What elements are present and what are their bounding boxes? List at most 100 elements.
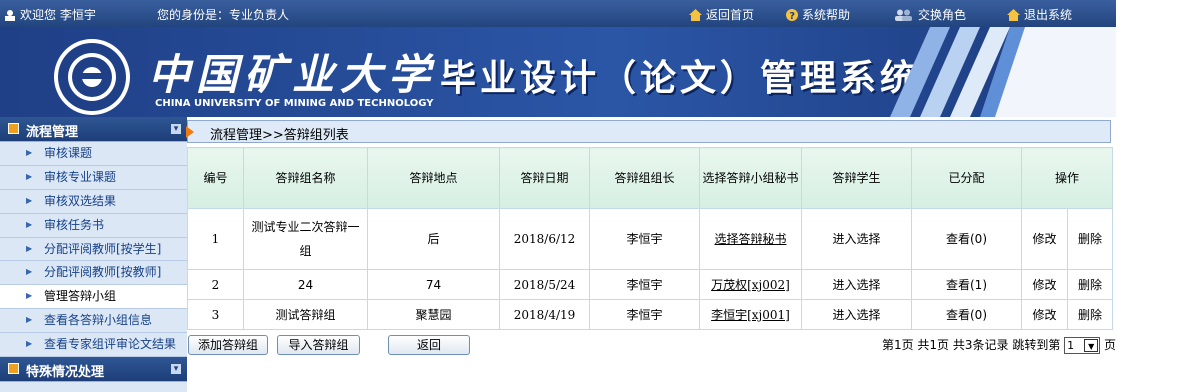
switch-role-link[interactable]: 交换角色	[894, 6, 966, 24]
import-group-button[interactable]: 导入答辩组	[277, 335, 360, 355]
sidebar-item-review-topics[interactable]: ▶ 审核课题	[0, 142, 187, 166]
cell-leader: 李恒宇	[589, 269, 700, 300]
delete-button[interactable]: 删除	[1066, 208, 1114, 270]
sidebar-item-label: 查看各答辩小组信息	[44, 313, 153, 328]
sidebar-item-manage-groups[interactable]: ▶ 管理答辩小组	[0, 285, 187, 310]
cell-no: 2	[187, 269, 244, 300]
table-row: 1 测试专业二次答辩一组 后 2018/6/12 李恒宇 选择答辩秘书 进入选择…	[187, 208, 1114, 270]
sidebar-item-review-selection[interactable]: ▶ 审核双选结果	[0, 190, 187, 214]
home-link-label: 返回首页	[706, 8, 755, 22]
header-banner: 中国矿业大学 CHINA UNIVERSITY OF MINING AND TE…	[0, 27, 1116, 117]
sidebar-item-label: 审核专业课题	[44, 169, 117, 184]
welcome-label: 欢迎您 李恒宇	[20, 8, 96, 22]
cell-no: 1	[187, 208, 244, 270]
cell-secretary: 万茂权[xj002]	[699, 269, 802, 300]
sidebar-item-label: 查看专家组评审论文结果	[44, 337, 177, 352]
select-secretary-link[interactable]: 选择答辩秘书	[714, 232, 786, 246]
delete-button[interactable]: 删除	[1066, 269, 1114, 300]
cell-date: 2018/6/12	[499, 208, 590, 270]
home-icon	[689, 9, 702, 24]
sidebar-item-assign-by-teacher[interactable]: ▶ 分配评阅教师[按教师]	[0, 261, 187, 286]
pagination-suffix: 页	[1103, 338, 1116, 352]
app-window: 欢迎您 李恒宇 您的身份是：专业负责人 返回首页 ? 系统帮助 交换角色 退出系…	[0, 0, 1116, 392]
collapse-icon[interactable]: ▾	[171, 124, 181, 134]
edit-button[interactable]: 修改	[1021, 269, 1068, 300]
select-students-button[interactable]: 进入选择	[801, 299, 912, 330]
cell-leader: 李恒宇	[589, 299, 700, 330]
sidebar-item-expert-results[interactable]: ▶ 查看专家组评审论文结果	[0, 333, 187, 358]
select-students-button[interactable]: 进入选择	[801, 208, 912, 270]
section-square-icon	[8, 363, 19, 375]
switch-role-label: 交换角色	[918, 8, 967, 22]
column-header: 答辩组名称	[243, 147, 368, 209]
arrow-right-icon: ▶	[26, 195, 33, 205]
sidebar-item-review-task[interactable]: ▶ 审核任务书	[0, 214, 187, 238]
table-row: 3 测试答辩组 聚慧园 2018/4/19 李恒宇 李恒宇[xj001] 进入选…	[187, 299, 1114, 330]
users-icon	[894, 9, 914, 24]
section-square-icon	[8, 123, 19, 134]
column-header: 操作	[1020, 147, 1114, 209]
cell-place: 74	[367, 269, 500, 300]
view-assigned-button[interactable]: 查看(1)	[911, 269, 1022, 300]
svg-text:?: ?	[789, 11, 795, 21]
sidebar-item-assign-by-student[interactable]: ▶ 分配评阅教师[按学生]	[0, 238, 187, 262]
arrow-right-icon: ▶	[26, 219, 33, 229]
edit-button[interactable]: 修改	[1021, 299, 1068, 330]
top-bar: 欢迎您 李恒宇 您的身份是：专业负责人 返回首页 ? 系统帮助 交换角色 退出系…	[0, 0, 1116, 27]
defense-group-table: 编号 答辩组名称 答辩地点 答辩日期 答辩组组长 选择答辩小组秘书 答辩学生 已…	[187, 147, 1114, 330]
collapse-icon[interactable]: ▾	[171, 364, 181, 375]
page-select[interactable]: 1 ▼	[1064, 337, 1101, 354]
cell-place: 聚慧园	[367, 299, 500, 330]
cell-secretary: 选择答辩秘书	[699, 208, 802, 270]
arrow-marker-icon	[186, 126, 194, 138]
sidebar-item-label: 管理答辩小组	[44, 289, 117, 304]
secretary-link[interactable]: 万茂权[xj002]	[711, 278, 790, 292]
edit-button[interactable]: 修改	[1021, 208, 1068, 270]
sidebar-item-label: 审核任务书	[44, 217, 105, 232]
column-header: 已分配	[911, 147, 1022, 209]
arrow-right-icon: ▶	[26, 243, 33, 253]
column-header: 编号	[187, 147, 244, 209]
cell-leader: 李恒宇	[589, 208, 700, 270]
sidebar-section-label: 特殊情况处理	[26, 365, 105, 381]
column-header: 答辩组组长	[589, 147, 700, 209]
sidebar-section-process[interactable]: 流程管理 ▾	[0, 117, 187, 142]
logout-link[interactable]: 退出系统	[1007, 6, 1072, 24]
breadcrumb-label: 流程管理>>答辩组列表	[210, 128, 349, 143]
delete-button[interactable]: 删除	[1066, 299, 1114, 330]
page-select-value: 1	[1067, 339, 1075, 352]
cell-name: 测试专业二次答辩一组	[243, 208, 368, 270]
arrow-right-icon: ▶	[26, 315, 33, 325]
column-header: 选择答辩小组秘书	[699, 147, 802, 209]
help-link-label: 系统帮助	[802, 8, 851, 22]
home-link[interactable]: 返回首页	[689, 6, 754, 24]
sidebar-item-review-major-topics[interactable]: ▶ 审核专业课题	[0, 166, 187, 190]
add-group-button[interactable]: 添加答辩组	[188, 335, 268, 355]
sidebar-section-special[interactable]: 特殊情况处理 ▾	[0, 357, 187, 383]
university-name-en: CHINA UNIVERSITY OF MINING AND TECHNOLOG…	[155, 98, 434, 109]
column-header: 答辩日期	[499, 147, 590, 209]
select-students-button[interactable]: 进入选择	[801, 269, 912, 300]
arrow-right-icon: ▶	[26, 148, 33, 157]
sidebar-item-label: 审核双选结果	[44, 193, 117, 208]
view-assigned-button[interactable]: 查看(0)	[911, 299, 1022, 330]
cell-date: 2018/4/19	[499, 299, 590, 330]
cell-name: 测试答辩组	[243, 299, 368, 330]
sidebar: 流程管理 ▾ ▶ 审核课题 ▶ 审核专业课题 ▶ 审核双选结果 ▶ 审核任务书 ▶ 分配评…	[0, 117, 187, 392]
main-content: 流程管理>>答辩组列表 编号 答辩组名称 答辩地点 答辩日期 答辩组组长 选择答…	[186, 117, 1116, 392]
identity-text: 您的身份是：专业负责人	[157, 8, 290, 22]
system-title: 毕业设计（论文）管理系统	[440, 58, 921, 99]
back-button[interactable]: 返回	[388, 335, 470, 355]
logout-link-label: 退出系统	[1024, 8, 1073, 22]
user-icon	[4, 9, 16, 24]
cell-date: 2018/5/24	[499, 269, 590, 300]
sidebar-item-view-groups[interactable]: ▶ 查看各答辩小组信息	[0, 309, 187, 334]
arrow-right-icon: ▶	[26, 291, 33, 301]
view-assigned-button[interactable]: 查看(0)	[911, 208, 1022, 270]
help-link[interactable]: ? 系统帮助	[786, 6, 850, 24]
breadcrumb: 流程管理>>答辩组列表	[186, 120, 1111, 143]
secretary-link[interactable]: 李恒宇[xj001]	[711, 308, 790, 322]
sidebar-item-label: 审核课题	[44, 146, 93, 160]
column-header: 答辩学生	[801, 147, 912, 209]
books-decoration-icon	[890, 27, 1116, 117]
